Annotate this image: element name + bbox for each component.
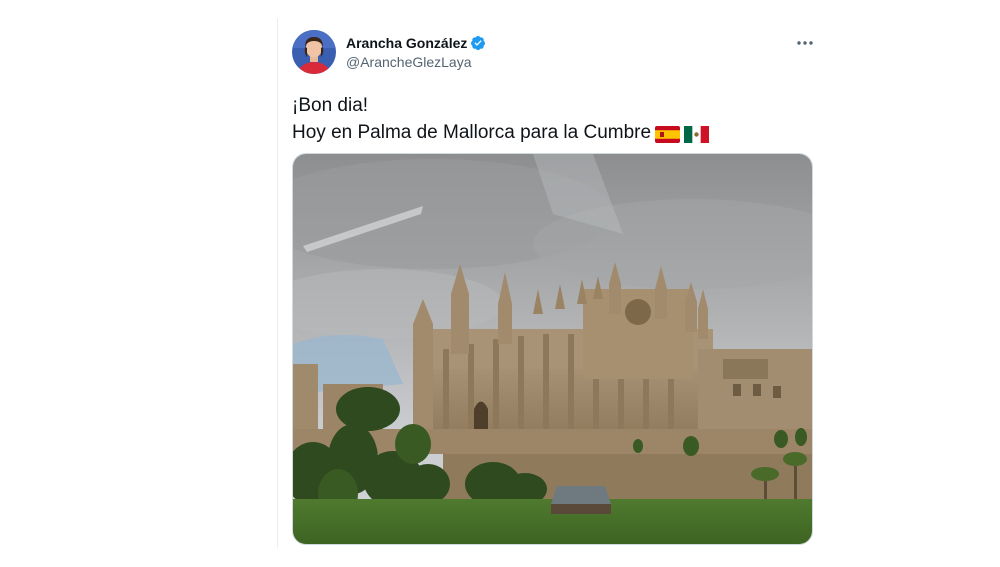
tweet-text-line-1: ¡Bon dia! bbox=[292, 95, 369, 116]
profile-photo-icon bbox=[292, 30, 336, 74]
author-block: Arancha González @ArancheGlezLaya bbox=[346, 34, 486, 70]
more-options-icon[interactable] bbox=[794, 36, 816, 50]
tweet-photo[interactable] bbox=[292, 153, 813, 545]
mexico-flag-icon bbox=[684, 124, 710, 143]
palma-cathedral-photo-icon bbox=[293, 154, 812, 544]
spain-flag-icon bbox=[655, 124, 681, 143]
tweet-text-line-2-row: Hoy en Palma de Mallorca para la Cumbre bbox=[292, 119, 710, 146]
author-avatar[interactable] bbox=[292, 30, 336, 74]
author-handle[interactable]: @ArancheGlezLaya bbox=[346, 54, 486, 70]
tweet-card[interactable]: Arancha González @ArancheGlezLaya ¡Bon d… bbox=[278, 18, 830, 558]
tweet-text-line-2: Hoy en Palma de Mallorca para la Cumbre bbox=[292, 122, 652, 143]
twitter-page: Arancha González @ArancheGlezLaya ¡Bon d… bbox=[0, 0, 1000, 567]
tweet-text: ¡Bon dia! Hoy en Palma de Mallorca para … bbox=[292, 92, 710, 146]
author-display-name[interactable]: Arancha González bbox=[346, 35, 467, 51]
name-row: Arancha González bbox=[346, 34, 486, 52]
verified-badge-icon bbox=[470, 35, 486, 51]
